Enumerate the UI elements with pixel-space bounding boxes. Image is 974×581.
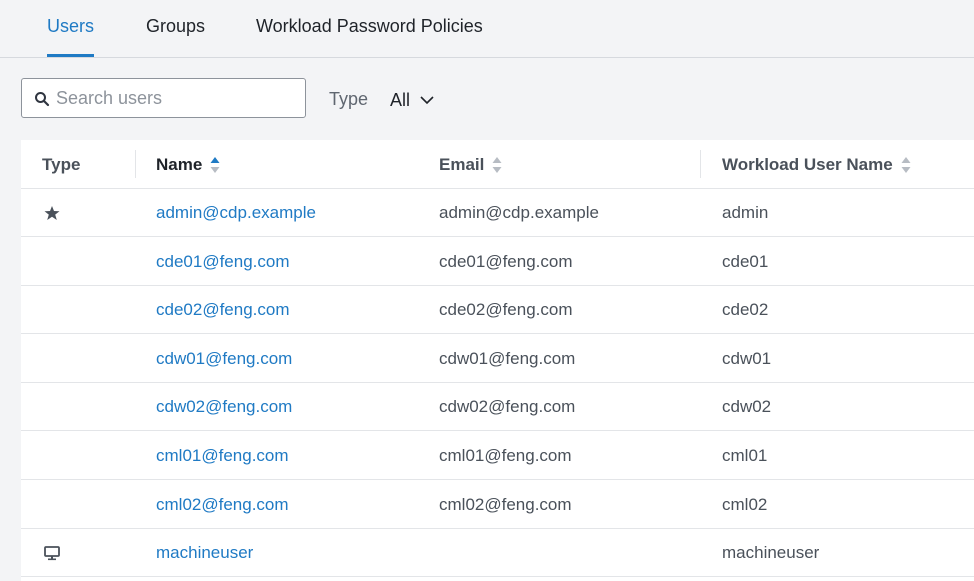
column-divider <box>135 150 136 178</box>
tab-workload-password-policies[interactable]: Workload Password Policies <box>256 16 483 56</box>
type-filter-select[interactable]: All <box>390 86 434 114</box>
monitor-icon <box>44 546 60 561</box>
user-name-link[interactable]: cde01@feng.com <box>156 252 290 272</box>
user-name-link[interactable]: cml02@feng.com <box>156 495 289 515</box>
column-header-type-label: Type <box>42 155 81 174</box>
workload-user-name: machineuser <box>722 543 820 562</box>
user-name-link[interactable]: admin@cdp.example <box>156 203 316 223</box>
workload-user-name: cde01 <box>722 252 769 271</box>
column-header-workload-user-name[interactable]: Workload User Name <box>722 155 911 175</box>
type-filter-value: All <box>390 89 411 110</box>
type-filter-label: Type <box>329 89 369 109</box>
sort-icon <box>492 157 502 173</box>
table-row: cde02@feng.com cde02@feng.com cde02 <box>21 285 974 334</box>
user-name-link[interactable]: cml01@feng.com <box>156 446 289 466</box>
user-name-link[interactable]: cdw01@feng.com <box>156 349 292 369</box>
workload-user-name: cdw02 <box>722 397 772 416</box>
tab-bar: Users Groups Workload Password Policies <box>0 0 974 58</box>
users-table: Type Name Email Workload User Name admin… <box>21 140 974 581</box>
workload-user-name: admin <box>722 203 769 222</box>
workload-user-name: cml01 <box>722 446 768 465</box>
user-email: cdw01@feng.com <box>439 349 576 368</box>
column-header-workload-label: Workload User Name <box>722 155 893 174</box>
table-header: Type Name Email Workload User Name <box>21 140 974 189</box>
workload-user-name: cde02 <box>722 300 769 319</box>
table-row: cml02@feng.com cml02@feng.com cml02 <box>21 480 974 529</box>
column-header-name-label: Name <box>156 155 203 174</box>
table-row: machineuser machineuser <box>21 528 974 577</box>
tab-groups[interactable]: Groups <box>146 16 205 56</box>
search-icon <box>35 92 50 107</box>
user-email: cde01@feng.com <box>439 252 573 271</box>
user-email: cml02@feng.com <box>439 495 572 514</box>
column-header-name[interactable]: Name <box>156 155 220 175</box>
workload-user-name: cml02 <box>722 495 768 514</box>
column-header-type: Type <box>42 155 80 175</box>
user-email: cdw02@feng.com <box>439 397 576 416</box>
user-email: admin@cdp.example <box>439 203 599 222</box>
table-row: cdw02@feng.com cdw02@feng.com cdw02 <box>21 382 974 431</box>
tab-users[interactable]: Users <box>47 16 95 57</box>
user-name-link[interactable]: cdw02@feng.com <box>156 397 292 417</box>
chevron-down-icon <box>420 96 434 105</box>
sort-ascending-icon <box>210 157 220 173</box>
star-icon <box>44 206 60 220</box>
user-name-link[interactable]: machineuser <box>156 543 253 563</box>
workload-user-name: cdw01 <box>722 349 772 368</box>
user-email: cml01@feng.com <box>439 446 572 465</box>
table-row: cdw01@feng.com cdw01@feng.com cdw01 <box>21 334 974 383</box>
search-box[interactable] <box>21 78 306 118</box>
user-name-link[interactable]: cde02@feng.com <box>156 300 290 320</box>
column-header-email[interactable]: Email <box>439 155 502 175</box>
table-row: cml01@feng.com cml01@feng.com cml01 <box>21 431 974 480</box>
table-row: admin@cdp.example admin@cdp.example admi… <box>21 188 974 237</box>
table-row: cde01@feng.com cde01@feng.com cde01 <box>21 237 974 286</box>
column-divider <box>700 150 701 178</box>
search-input[interactable] <box>56 79 296 117</box>
column-header-email-label: Email <box>439 155 485 174</box>
user-email: cde02@feng.com <box>439 300 573 319</box>
sort-icon <box>901 157 911 173</box>
